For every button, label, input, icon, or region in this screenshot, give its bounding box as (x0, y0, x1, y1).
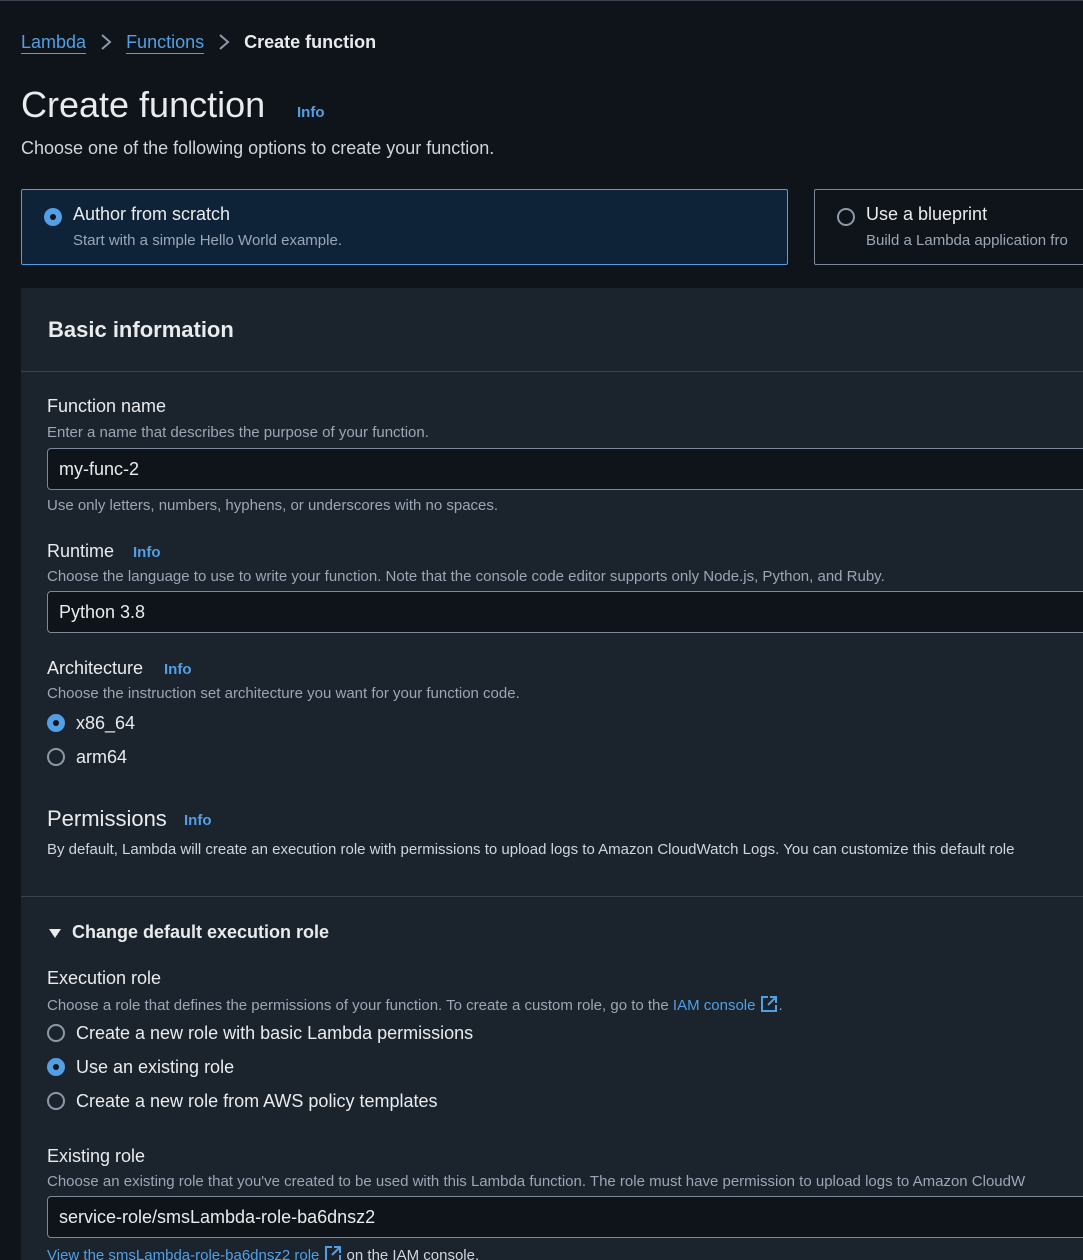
function-name-constraint: Use only letters, numbers, hyphens, or u… (47, 497, 499, 514)
function-name-label: Function name (47, 396, 167, 416)
breadcrumb-lambda[interactable]: Lambda (21, 32, 86, 53)
function-name-description: Enter a name that describes the purpose … (47, 424, 429, 441)
architecture-option-x86[interactable]: x86_64 (47, 711, 135, 735)
breadcrumb: Lambda Functions Create function (21, 30, 376, 54)
change-default-role-label: Change default execution role (72, 922, 330, 942)
role-option-use-existing[interactable]: Use an existing role (47, 1055, 234, 1079)
view-role-link[interactable]: View the smsLambda-role-ba6dnsz2 role (47, 1247, 319, 1260)
radio-selected-icon[interactable] (47, 1058, 65, 1076)
external-link-icon[interactable] (760, 995, 778, 1017)
chevron-right-icon (218, 33, 230, 51)
external-link-icon[interactable] (324, 1245, 342, 1260)
role-option-create-basic[interactable]: Create a new role with basic Lambda perm… (47, 1021, 473, 1045)
panel-header: Basic information (21, 288, 1083, 372)
page-description: Choose one of the following options to c… (21, 138, 495, 158)
role-option-label: Create a new role with basic Lambda perm… (76, 1022, 474, 1043)
radio-selected-icon[interactable] (44, 208, 62, 226)
architecture-option-label: arm64 (76, 746, 128, 767)
architecture-info-link[interactable]: Info (164, 661, 192, 678)
architecture-option-arm64[interactable]: arm64 (47, 745, 127, 769)
caret-down-icon (49, 928, 61, 938)
existing-role-description: Choose an existing role that you've crea… (47, 1173, 1026, 1190)
architecture-label: Architecture (47, 658, 144, 678)
radio-unselected-icon[interactable] (47, 748, 65, 766)
existing-role-label: Existing role (47, 1146, 146, 1166)
execution-role-label: Execution role (47, 968, 162, 988)
role-option-label: Use an existing role (76, 1056, 235, 1077)
function-name-input[interactable]: my-func-2 (47, 448, 1083, 490)
architecture-option-label: x86_64 (76, 712, 136, 733)
radio-selected-icon[interactable] (47, 714, 65, 732)
author-from-scratch-subtitle: Start with a simple Hello World example. (73, 232, 342, 249)
use-blueprint-title: Use a blueprint (866, 204, 988, 224)
permissions-description: By default, Lambda will create an execut… (47, 841, 1015, 858)
radio-unselected-icon[interactable] (47, 1024, 65, 1042)
runtime-description: Choose the language to use to write your… (47, 568, 885, 585)
title-info-link[interactable]: Info (297, 104, 325, 121)
breadcrumb-current: Create function (244, 31, 377, 52)
view-role-line: View the smsLambda-role-ba6dnsz2 role on… (47, 1245, 479, 1260)
section-divider (21, 896, 1083, 897)
create-function-page: Lambda Functions Create function Create … (0, 0, 1083, 1260)
architecture-description: Choose the instruction set architecture … (47, 685, 520, 702)
author-from-scratch-tile[interactable]: Author from scratch Start with a simple … (21, 189, 788, 265)
radio-unselected-icon[interactable] (837, 208, 855, 226)
execution-role-description-text: Choose a role that defines the permissio… (47, 997, 669, 1014)
change-default-role-toggle[interactable]: Change default execution role (47, 922, 329, 943)
role-option-label: Create a new role from AWS policy templa… (76, 1090, 438, 1111)
panel-title: Basic information (48, 317, 234, 342)
execution-role-description-end: . (778, 997, 783, 1014)
runtime-select[interactable]: Python 3.8 (47, 591, 1083, 633)
runtime-label: Runtime (47, 541, 115, 561)
permissions-info-link[interactable]: Info (184, 812, 212, 829)
use-blueprint-tile[interactable]: Use a blueprint Build a Lambda applicati… (814, 189, 1083, 265)
top-border (0, 0, 1083, 1)
execution-role-description: Choose a role that defines the permissio… (47, 995, 783, 1017)
breadcrumb-functions[interactable]: Functions (126, 32, 204, 53)
use-blueprint-subtitle: Build a Lambda application fro (866, 232, 1068, 249)
iam-console-link[interactable]: IAM console (673, 997, 756, 1014)
permissions-title: Permissions (47, 806, 167, 831)
chevron-right-icon (100, 33, 112, 51)
runtime-info-link[interactable]: Info (133, 544, 161, 561)
page-title: Create function (21, 84, 266, 125)
author-from-scratch-title: Author from scratch (73, 204, 231, 224)
radio-unselected-icon[interactable] (47, 1092, 65, 1110)
view-role-suffix: on the IAM console. (346, 1247, 480, 1260)
existing-role-select[interactable]: service-role/smsLambda-role-ba6dnsz2 (47, 1196, 1083, 1238)
role-option-policy-templates[interactable]: Create a new role from AWS policy templa… (47, 1089, 437, 1113)
